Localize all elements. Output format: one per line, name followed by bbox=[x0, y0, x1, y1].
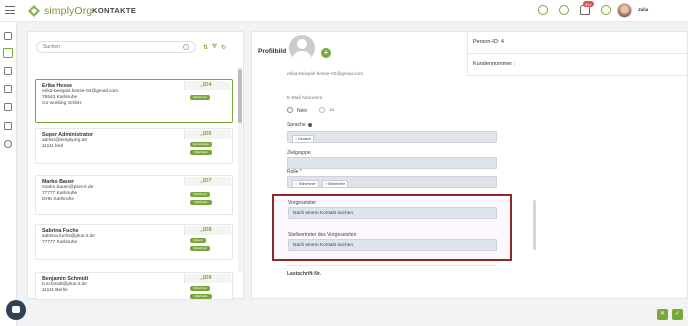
radio-no-label: Nein bbox=[297, 108, 308, 114]
contact-card[interactable]: Sabrina Fuchs sabrina.fuchs@plus-it.de 7… bbox=[35, 224, 233, 260]
role-tag: Teilnehmer bbox=[190, 95, 210, 100]
contact-company: Co-working GmbH bbox=[42, 101, 82, 106]
role-tag: Dozent bbox=[190, 238, 206, 243]
contact-id: ▭ ID5 bbox=[184, 130, 231, 139]
list-scroll-thumb[interactable] bbox=[238, 69, 242, 123]
contact-id: ▭ ID9 bbox=[184, 274, 231, 283]
contacts-icon[interactable] bbox=[3, 48, 13, 58]
refresh-icon[interactable]: ↻ bbox=[221, 44, 226, 51]
contact-card[interactable]: Marko Bauer marko.bauer@plus-it.de 77777… bbox=[35, 175, 233, 215]
role-field[interactable]: ×Teilnehmer ×Mitarbeiter bbox=[287, 176, 497, 188]
save-button[interactable]: ✓ bbox=[672, 309, 683, 320]
cancel-button[interactable]: ✕ bbox=[657, 309, 668, 320]
direct-debit-label: Lastschrift-Nr. bbox=[287, 271, 321, 277]
role-tag: Mitarbeiter bbox=[190, 200, 212, 205]
target-group-label: Zielgruppe bbox=[287, 150, 311, 156]
role-tag: Administrator bbox=[190, 142, 212, 147]
contact-company: DHK Karlsruhe bbox=[42, 197, 74, 202]
megaphone-icon[interactable] bbox=[4, 103, 12, 111]
search-icon[interactable] bbox=[183, 44, 189, 50]
page-title: KONTAKTE bbox=[92, 6, 137, 15]
divider bbox=[287, 265, 497, 266]
logo-icon bbox=[28, 5, 40, 17]
help-icon[interactable] bbox=[601, 5, 611, 15]
contact-card[interactable]: Super Administrator admin@simplyorg.de 1… bbox=[35, 128, 233, 164]
dashboard-icon[interactable] bbox=[4, 32, 12, 40]
settings-icon[interactable] bbox=[4, 140, 12, 148]
logo-text: simplyOrg bbox=[44, 5, 93, 17]
document-icon[interactable] bbox=[4, 122, 12, 130]
supervisor-label: Vorgesetzter bbox=[288, 200, 317, 206]
role-tag: Teilnehmer bbox=[190, 246, 210, 251]
contact-city: 11111 Berlin bbox=[42, 288, 68, 293]
add-photo-button[interactable]: + bbox=[321, 48, 331, 58]
language-chip[interactable]: ×Deutsch bbox=[292, 135, 315, 143]
side-nav bbox=[0, 22, 17, 326]
building-icon[interactable] bbox=[4, 67, 12, 75]
id-card-icon: ▭ bbox=[200, 228, 205, 233]
filter-icon[interactable]: ⛛ bbox=[212, 44, 217, 51]
role-chip[interactable]: ×Teilnehmer bbox=[292, 180, 319, 188]
profile-picture-label: Profilbild bbox=[258, 48, 287, 55]
profile-avatar[interactable] bbox=[289, 35, 315, 61]
email-subscriber-label: E-Mail Abonnent bbox=[287, 96, 323, 101]
sort-icon[interactable]: ⇅ bbox=[203, 44, 208, 51]
user-name[interactable]: Julia bbox=[638, 7, 648, 12]
top-bar: simplyOrg KONTAKTE 99+ Julia bbox=[0, 0, 688, 22]
role-tag: Teilnehmer bbox=[190, 192, 210, 197]
target-group-field[interactable] bbox=[287, 157, 497, 169]
customer-number: Kundennummer : bbox=[468, 54, 688, 76]
notification-badge: 99+ bbox=[583, 1, 594, 7]
contact-card[interactable]: Erika Hesse erika-beispiel.hesse-02@gmai… bbox=[35, 79, 233, 123]
contact-city: 11111 berl bbox=[42, 144, 64, 149]
avatar[interactable] bbox=[617, 3, 632, 18]
chat-icon[interactable] bbox=[6, 300, 26, 320]
app-logo[interactable]: simplyOrg bbox=[26, 3, 92, 19]
radio-yes[interactable] bbox=[319, 107, 325, 113]
radio-no[interactable] bbox=[287, 107, 293, 113]
id-card-icon: ▭ bbox=[200, 276, 205, 281]
language-label: Sprache bbox=[287, 122, 312, 128]
contact-id: ▭ ID7 bbox=[184, 177, 231, 186]
supervisor-section: Vorgesetzter Nach einem Kontakt suchen S… bbox=[272, 194, 512, 261]
contact-city: 77777 Karlsruhe bbox=[42, 240, 78, 245]
contact-list-panel: ⇅ ⛛ ↻ Erika Hesse erika-beispiel.hesse-0… bbox=[27, 31, 244, 300]
info-icon[interactable] bbox=[559, 5, 569, 15]
role-chip[interactable]: ×Mitarbeiter bbox=[322, 180, 349, 188]
role-tag: Mitarbeiter bbox=[190, 150, 212, 155]
id-card-icon: ▭ bbox=[200, 179, 205, 184]
menu-icon[interactable] bbox=[5, 6, 15, 15]
role-label: Rolle * bbox=[287, 169, 302, 175]
lightbulb-icon[interactable] bbox=[538, 5, 548, 15]
form-scrollbar[interactable] bbox=[533, 200, 536, 250]
search-input[interactable] bbox=[36, 41, 196, 53]
info-icon[interactable] bbox=[307, 122, 312, 127]
id-card-icon: ▭ bbox=[200, 83, 205, 88]
email-value: erika-beispiel.hesse-02@gmail.com bbox=[287, 72, 364, 77]
role-tag: Mitarbeiter bbox=[190, 294, 212, 299]
role-tag: Teilnehmer bbox=[190, 286, 210, 291]
deputy-supervisor-label: Stellvertreter des Vorgesetzten bbox=[288, 232, 357, 238]
supervisor-search-field[interactable]: Nach einem Kontakt suchen bbox=[288, 207, 497, 219]
calendar-icon[interactable] bbox=[4, 85, 12, 93]
person-id: Person-ID: 4 bbox=[468, 32, 688, 54]
contact-card[interactable]: Benjamin Schmidt b.schmidt@plus-it.de 11… bbox=[35, 272, 233, 300]
contact-id: ▭ ID8 bbox=[184, 226, 231, 235]
radio-yes-label: Ja bbox=[329, 108, 335, 113]
contact-id: ▭ ID4 bbox=[184, 81, 231, 90]
language-field[interactable]: ×Deutsch bbox=[287, 131, 497, 143]
id-card-icon: ▭ bbox=[200, 132, 205, 137]
deputy-supervisor-search-field[interactable]: Nach einem Kontakt suchen bbox=[288, 239, 497, 251]
